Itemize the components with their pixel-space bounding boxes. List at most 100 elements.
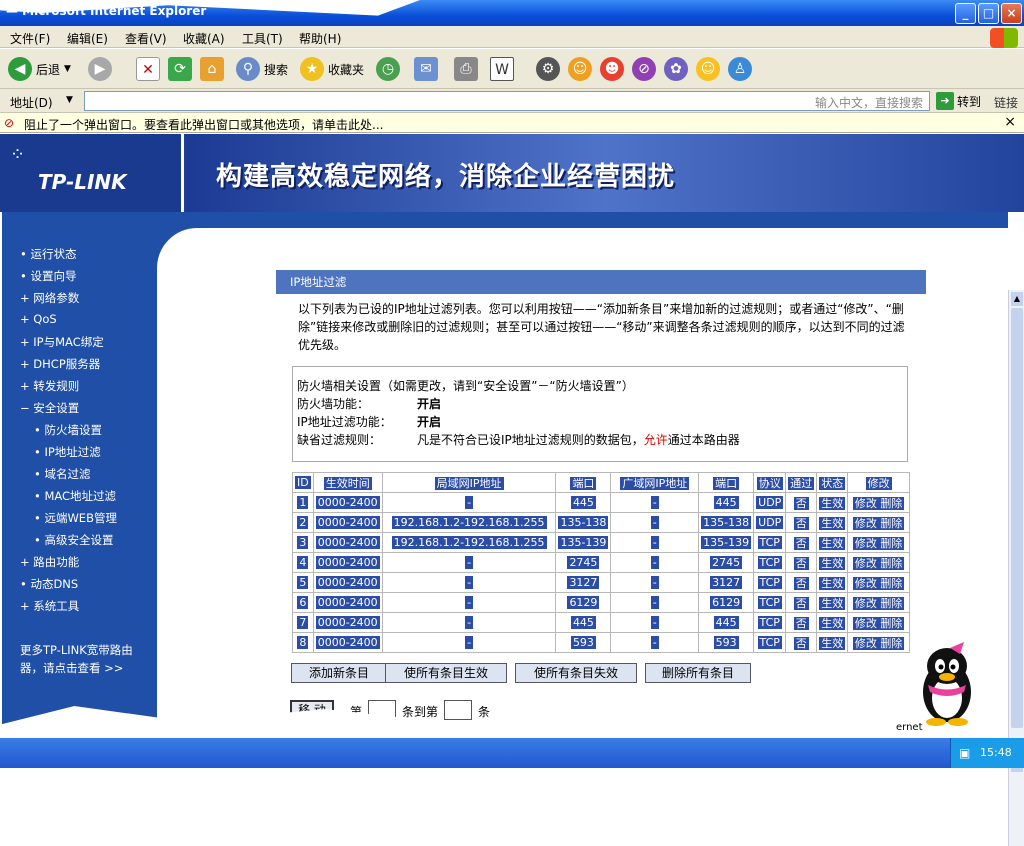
address-placeholder: 输入中文，直接搜索 <box>814 96 923 110</box>
search-button[interactable]: ⚲ 搜索 <box>236 56 288 82</box>
links-label[interactable]: 链接 <box>994 94 1018 111</box>
chevron-down-icon[interactable]: ▼ <box>66 95 73 105</box>
enable-all-button[interactable]: 使所有条目生效 <box>385 663 507 683</box>
add-entry-button[interactable]: 添加新条目 <box>291 663 387 683</box>
cell-lan-port: 135-138 <box>555 512 612 533</box>
address-input[interactable]: 输入中文，直接搜索 <box>84 91 930 111</box>
mail-button[interactable]: ✉ <box>414 56 438 82</box>
move-to-label: 条到第 <box>402 705 439 719</box>
cell-modify[interactable]: 修改 删除 <box>847 612 910 633</box>
cell-lan-port: 593 <box>555 632 612 653</box>
cell-state: 生效 <box>816 612 849 633</box>
delete-all-button[interactable]: 删除所有条目 <box>645 663 751 683</box>
menu-favorites[interactable]: 收藏(A) <box>183 30 225 47</box>
word-icon: W <box>490 57 514 81</box>
smile-button[interactable]: ☺ <box>696 56 720 82</box>
qq-penguin-icon[interactable] <box>914 640 980 726</box>
menu-tools[interactable]: 工具(T) <box>242 30 283 47</box>
sidebar-item-system-tools[interactable]: + 系统工具 <box>20 598 79 614</box>
close-button[interactable]: × <box>1001 3 1022 24</box>
emoticon-button[interactable]: ☺ <box>568 56 592 82</box>
cell-lan-ip: - <box>381 572 557 593</box>
cell-state: 生效 <box>816 552 849 573</box>
sidebar-item-status[interactable]: • 运行状态 <box>20 246 76 262</box>
sidebar-item-remote-web[interactable]: • 远端WEB管理 <box>34 510 117 526</box>
cell-modify[interactable]: 修改 删除 <box>847 632 910 653</box>
menu-help[interactable]: 帮助(H) <box>299 30 341 47</box>
sidebar-item-routing[interactable]: + 路由功能 <box>20 554 79 570</box>
mail-icon: ✉ <box>414 57 438 81</box>
cell-modify[interactable]: 修改 删除 <box>847 592 910 613</box>
sidebar-item-network[interactable]: + 网络参数 <box>20 290 79 306</box>
cell-lan-ip: - <box>381 552 557 573</box>
cell-lan-ip: - <box>381 632 557 653</box>
windows-logo-icon <box>990 28 1018 48</box>
blocked-icon: ⊘ <box>4 116 15 130</box>
favorites-button[interactable]: ★ 收藏夹 <box>300 56 364 82</box>
sidebar-item-wizard[interactable]: • 设置向导 <box>20 268 76 284</box>
close-icon[interactable]: × <box>1004 114 1016 130</box>
emoticon2-button[interactable]: ☻ <box>600 56 624 82</box>
sidebar-item-security[interactable]: − 安全设置 <box>20 400 79 416</box>
menu-view[interactable]: 查看(V) <box>125 30 167 47</box>
sidebar-item-firewall[interactable]: • 防火墙设置 <box>34 422 102 438</box>
home-icon: ⌂ <box>200 57 224 81</box>
history-icon: ◷ <box>376 57 400 81</box>
cell-lan-port: 3127 <box>555 572 612 593</box>
move-to-input[interactable] <box>444 700 472 720</box>
refresh-button[interactable]: ⟳ <box>168 56 192 82</box>
menu-edit[interactable]: 编辑(E) <box>67 30 108 47</box>
cell-lan-port: 445 <box>555 612 612 633</box>
menu-file[interactable]: 文件(F) <box>10 30 50 47</box>
scroll-up-icon[interactable]: ▲ <box>1011 292 1023 306</box>
forward-button[interactable]: ▶ <box>88 56 112 82</box>
cell-protocol: UDP <box>753 512 787 533</box>
stop-button[interactable]: ✕ <box>136 56 160 82</box>
maximize-button[interactable]: □ <box>978 3 999 24</box>
disable-all-button[interactable]: 使所有条目失效 <box>515 663 637 683</box>
block-button[interactable]: ⊘ <box>632 56 656 82</box>
ip-filter-label: IP地址过滤功能： <box>297 415 392 429</box>
back-button[interactable]: ◀ 后退 ▼ <box>8 56 71 82</box>
popup-blocked-bar[interactable]: ⊘ 阻止了一个弹出窗口。要查看此弹出窗口或其他选项，请单击此处... × <box>0 113 1024 133</box>
messenger-button[interactable]: ♙ <box>728 56 752 82</box>
cell-modify[interactable]: 修改 删除 <box>847 512 910 533</box>
sidebar-item-qos[interactable]: + QoS <box>20 312 57 326</box>
edit-button[interactable]: W <box>490 56 514 82</box>
people-icon: ♙ <box>728 57 752 81</box>
cell-wan-ip: - <box>610 612 700 633</box>
scroll-thumb[interactable] <box>1011 308 1023 728</box>
sidebar-item-forwarding[interactable]: + 转发规则 <box>20 378 79 394</box>
col-pass: 通过 <box>785 472 818 493</box>
firewall-settings-box: 防火墙相关设置（如需更改，请到“安全设置”－“防火墙设置”） 防火墙功能： 开启… <box>292 366 908 462</box>
cell-protocol: TCP <box>753 532 787 553</box>
sidebar-item-dhcp[interactable]: + DHCP服务器 <box>20 356 100 372</box>
history-button[interactable]: ◷ <box>376 56 400 82</box>
cell-id: 3 <box>292 532 314 553</box>
cell-id: 6 <box>292 592 314 613</box>
cell-modify[interactable]: 修改 删除 <box>847 532 910 553</box>
more-products-link-line1[interactable]: 更多TP-LINK宽带路由 <box>20 642 133 658</box>
more-products-link-line2[interactable]: 器，请点击查看 >> <box>20 660 123 676</box>
sidebar-item-ip-filter[interactable]: • IP地址过滤 <box>34 444 101 460</box>
print-icon: ⎙ <box>454 57 478 81</box>
sidebar-item-ddns[interactable]: • 动态DNS <box>20 576 78 592</box>
print-button[interactable]: ⎙ <box>454 56 478 82</box>
game-button[interactable]: ⚙ <box>536 56 560 82</box>
flower-button[interactable]: ✿ <box>664 56 688 82</box>
banner: ⁘ TP-LINK 构建高效稳定网络，消除企业经营困扰 <box>0 134 1024 212</box>
minimize-button[interactable]: _ <box>955 3 976 24</box>
go-button[interactable]: ➜ 转到 <box>936 92 981 110</box>
cell-modify[interactable]: 修改 删除 <box>847 552 910 573</box>
cell-modify[interactable]: 修改 删除 <box>847 492 910 513</box>
sidebar-item-advanced-security[interactable]: • 高级安全设置 <box>34 532 113 548</box>
network-icon[interactable]: ▣ <box>959 746 970 760</box>
sidebar-item-mac-filter[interactable]: • MAC地址过滤 <box>34 488 116 504</box>
toolbar: ◀ 后退 ▼ ▶ ✕ ⟳ ⌂ ⚲ 搜索 ★ 收藏夹 ◷ ✉ ⎙ W ⚙ ☺ ☻ … <box>0 49 1024 89</box>
cell-modify[interactable]: 修改 删除 <box>847 572 910 593</box>
sidebar-item-ip-mac-binding[interactable]: + IP与MAC绑定 <box>20 334 104 350</box>
cell-time: 0000-2400 <box>312 572 383 593</box>
home-button[interactable]: ⌂ <box>200 56 224 82</box>
cell-state: 生效 <box>816 592 849 613</box>
sidebar-item-domain-filter[interactable]: • 域名过滤 <box>34 466 90 482</box>
